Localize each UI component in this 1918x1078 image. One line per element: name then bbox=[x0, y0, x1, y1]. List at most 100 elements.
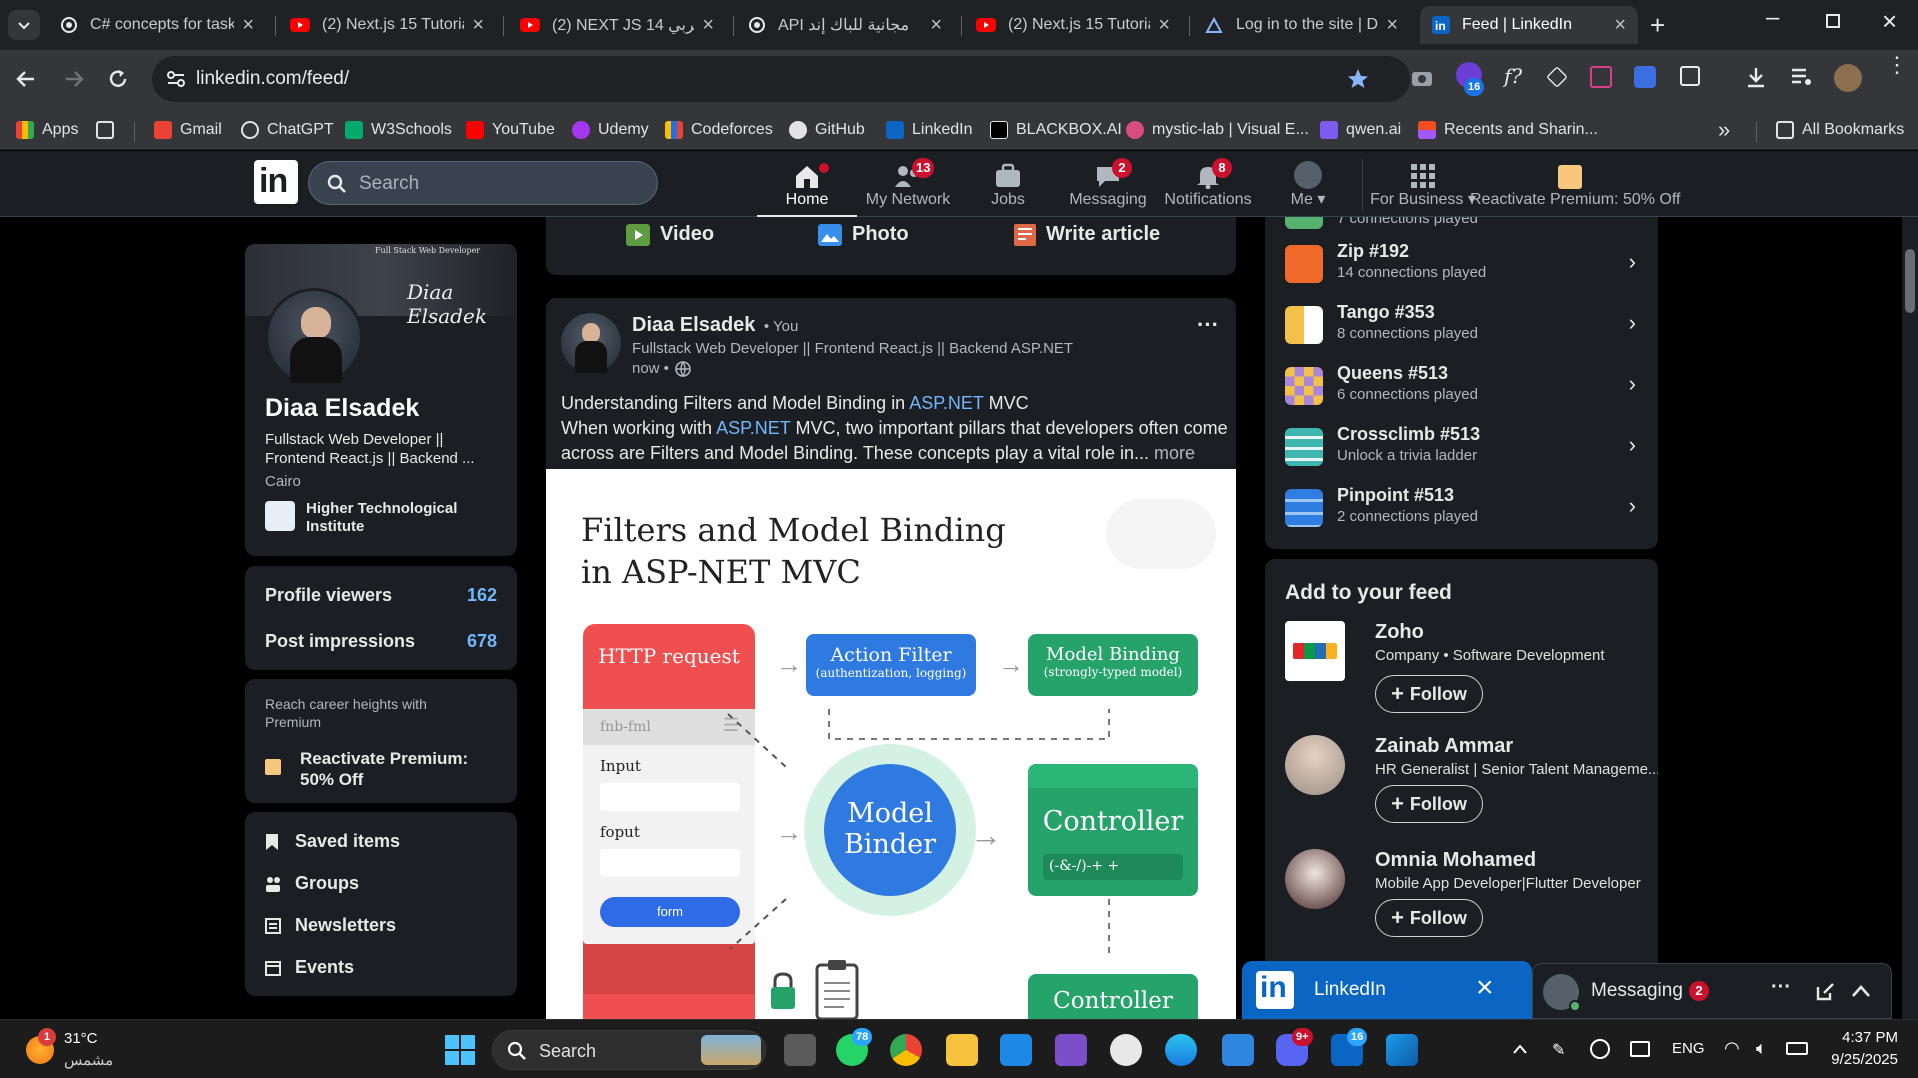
display-icon[interactable] bbox=[1630, 1041, 1650, 1057]
bookmark-grid[interactable] bbox=[96, 118, 122, 142]
photo-button[interactable]: Photo bbox=[818, 223, 909, 246]
camera-icon[interactable] bbox=[1410, 66, 1434, 90]
site-info-icon[interactable] bbox=[166, 69, 186, 89]
close-icon[interactable]: × bbox=[1614, 14, 1626, 37]
back-icon[interactable] bbox=[14, 68, 38, 90]
bookmark-udemy[interactable]: Udemy bbox=[572, 118, 649, 142]
game-item-queens[interactable]: Queens #513 6 connections played › bbox=[1265, 361, 1658, 421]
chevron-up-icon[interactable] bbox=[1512, 1044, 1528, 1054]
close-icon[interactable]: × bbox=[472, 14, 484, 37]
windows-start-icon[interactable] bbox=[445, 1035, 475, 1065]
bookmark-youtube[interactable]: YouTube bbox=[466, 118, 555, 142]
menu-icon[interactable]: ⋮ bbox=[1886, 54, 1908, 76]
file-explorer-icon[interactable] bbox=[946, 1034, 978, 1066]
scrollbar[interactable] bbox=[1902, 217, 1918, 1019]
wifi-icon[interactable]: ◠ bbox=[1724, 1038, 1740, 1059]
close-icon[interactable]: × bbox=[1386, 14, 1398, 37]
post-image[interactable]: Filters and Model Binding in ASP-NET MVC… bbox=[546, 469, 1236, 1019]
all-bookmarks[interactable]: All Bookmarks bbox=[1776, 118, 1904, 142]
browser-tab[interactable]: (2) Next.js 15 Tutorial × bbox=[278, 6, 496, 44]
saved-items-link[interactable]: Saved items bbox=[265, 831, 400, 852]
more-bookmarks-icon[interactable]: » bbox=[1718, 117, 1730, 142]
scrollbar-thumb[interactable] bbox=[1905, 249, 1915, 313]
game-item-crossclimb[interactable]: Crossclimb #513 Unlock a trivia ladder › bbox=[1265, 422, 1658, 482]
forward-icon[interactable] bbox=[62, 68, 86, 90]
tab-search-button[interactable] bbox=[8, 10, 40, 40]
download-icon[interactable] bbox=[1744, 65, 1768, 89]
profile-photo[interactable] bbox=[265, 288, 363, 386]
bookmark-gmail[interactable]: Gmail bbox=[154, 118, 222, 142]
browser-tab-active[interactable]: in Feed | LinkedIn × bbox=[1420, 6, 1638, 44]
browser-tab[interactable]: Log in to the site | DI × bbox=[1192, 6, 1410, 44]
pen-icon[interactable] bbox=[1546, 66, 1568, 88]
clock-date[interactable]: 9/25/2025 bbox=[1831, 1051, 1898, 1068]
close-icon[interactable]: × bbox=[242, 14, 254, 37]
sync-icon[interactable] bbox=[1590, 1039, 1610, 1059]
linkedin-logo[interactable]: in bbox=[254, 160, 298, 204]
avatar[interactable] bbox=[1285, 735, 1345, 795]
post-author[interactable]: Diaa Elsadek bbox=[632, 314, 755, 336]
new-tab-icon[interactable]: + bbox=[1650, 10, 1665, 41]
avatar[interactable] bbox=[1834, 64, 1862, 92]
game-item-zip[interactable]: Zip #192 14 connections played › bbox=[1265, 239, 1658, 299]
browser-tab[interactable]: API مجانية للباك إند × bbox=[736, 6, 954, 44]
task-view-icon[interactable] bbox=[784, 1034, 816, 1066]
events-link[interactable]: Events bbox=[265, 957, 354, 978]
aspnet-link[interactable]: ASP.NET bbox=[716, 418, 790, 438]
impressions-value[interactable]: 678 bbox=[467, 631, 497, 652]
bookmark-qwen[interactable]: qwen.ai bbox=[1320, 118, 1401, 142]
profile-name[interactable]: Diaa Elsadek bbox=[265, 394, 419, 423]
close-icon[interactable]: × bbox=[702, 14, 714, 37]
bookmark-codeforces[interactable]: Codeforces bbox=[665, 118, 773, 142]
messaging-bar[interactable]: Messaging 2 ··· bbox=[1532, 963, 1892, 1019]
premium-cta[interactable]: Reactivate Premium: 50% Off bbox=[300, 748, 500, 790]
zoho-logo[interactable] bbox=[1285, 621, 1345, 681]
browser-tab[interactable]: (2) Next.js 15 Tutorial × bbox=[964, 6, 1182, 44]
nav-network[interactable]: 13 My Network bbox=[858, 155, 958, 215]
search-input[interactable]: Search bbox=[308, 161, 658, 205]
post-author-line[interactable]: Diaa Elsadek • You bbox=[632, 314, 798, 337]
visual-studio-icon[interactable] bbox=[1055, 1034, 1087, 1066]
bookmark-apps[interactable]: Apps bbox=[16, 118, 78, 142]
minimize-icon[interactable]: – bbox=[1766, 4, 1779, 32]
pen-tray-icon[interactable]: ✎ bbox=[1552, 1040, 1570, 1059]
taskbar-search[interactable]: Search bbox=[492, 1030, 766, 1070]
layout-ext-icon[interactable] bbox=[1634, 66, 1656, 88]
follow-button[interactable]: + Follow bbox=[1375, 785, 1483, 823]
game-item-tango[interactable]: Tango #353 8 connections played › bbox=[1265, 300, 1658, 360]
grid-ext-icon[interactable] bbox=[1590, 66, 1612, 88]
bookmark-blackbox[interactable]: BLACKBOX.AI bbox=[990, 118, 1122, 142]
premium-card[interactable]: Reach career heights with Premium Reacti… bbox=[245, 679, 517, 803]
nav-me[interactable]: Me ▾ bbox=[1258, 155, 1358, 215]
bookmark-star-icon[interactable] bbox=[1346, 67, 1370, 91]
browser-tab[interactable]: C# concepts for task × bbox=[48, 6, 266, 44]
notepad-icon[interactable] bbox=[1222, 1034, 1254, 1066]
omnibox[interactable]: linkedin.com/feed/ bbox=[152, 56, 1410, 102]
bookmark-w3schools[interactable]: W3Schools bbox=[345, 118, 452, 142]
bookmark-github[interactable]: GitHub bbox=[789, 118, 865, 142]
close-window-icon[interactable]: × bbox=[1882, 6, 1897, 37]
fx-icon[interactable]: f? bbox=[1504, 64, 1522, 88]
groups-link[interactable]: Groups bbox=[265, 873, 359, 894]
nav-premium[interactable]: Reactivate Premium: 50% Off bbox=[1470, 155, 1680, 215]
vscode-icon[interactable] bbox=[1000, 1034, 1032, 1066]
battery-icon[interactable] bbox=[1786, 1042, 1808, 1055]
language-indicator[interactable]: ENG bbox=[1672, 1040, 1705, 1057]
nav-messaging[interactable]: 2 Messaging bbox=[1058, 155, 1158, 215]
photos-icon[interactable] bbox=[1386, 1034, 1418, 1066]
restore-icon[interactable] bbox=[1826, 14, 1840, 28]
github-desktop-icon[interactable] bbox=[1110, 1034, 1142, 1066]
chevron-up-icon[interactable] bbox=[1851, 984, 1871, 998]
compose-icon[interactable] bbox=[1815, 982, 1835, 1002]
aspnet-link[interactable]: ASP.NET bbox=[909, 393, 983, 413]
nav-notifications[interactable]: 8 Notifications bbox=[1158, 155, 1258, 215]
clock-time[interactable]: 4:37 PM bbox=[1842, 1029, 1898, 1046]
profile-card[interactable]: Full Stack Web Developer Diaa Elsadek Di… bbox=[245, 244, 517, 556]
video-button[interactable]: Video bbox=[626, 223, 714, 246]
viewers-value[interactable]: 162 bbox=[467, 585, 497, 606]
post-menu-icon[interactable]: ··· bbox=[1197, 312, 1219, 338]
more-icon[interactable]: ··· bbox=[1771, 976, 1791, 999]
close-icon[interactable]: × bbox=[1476, 971, 1494, 1005]
close-icon[interactable]: × bbox=[1158, 14, 1170, 37]
school-name[interactable]: Higher Technological Institute bbox=[306, 500, 486, 536]
